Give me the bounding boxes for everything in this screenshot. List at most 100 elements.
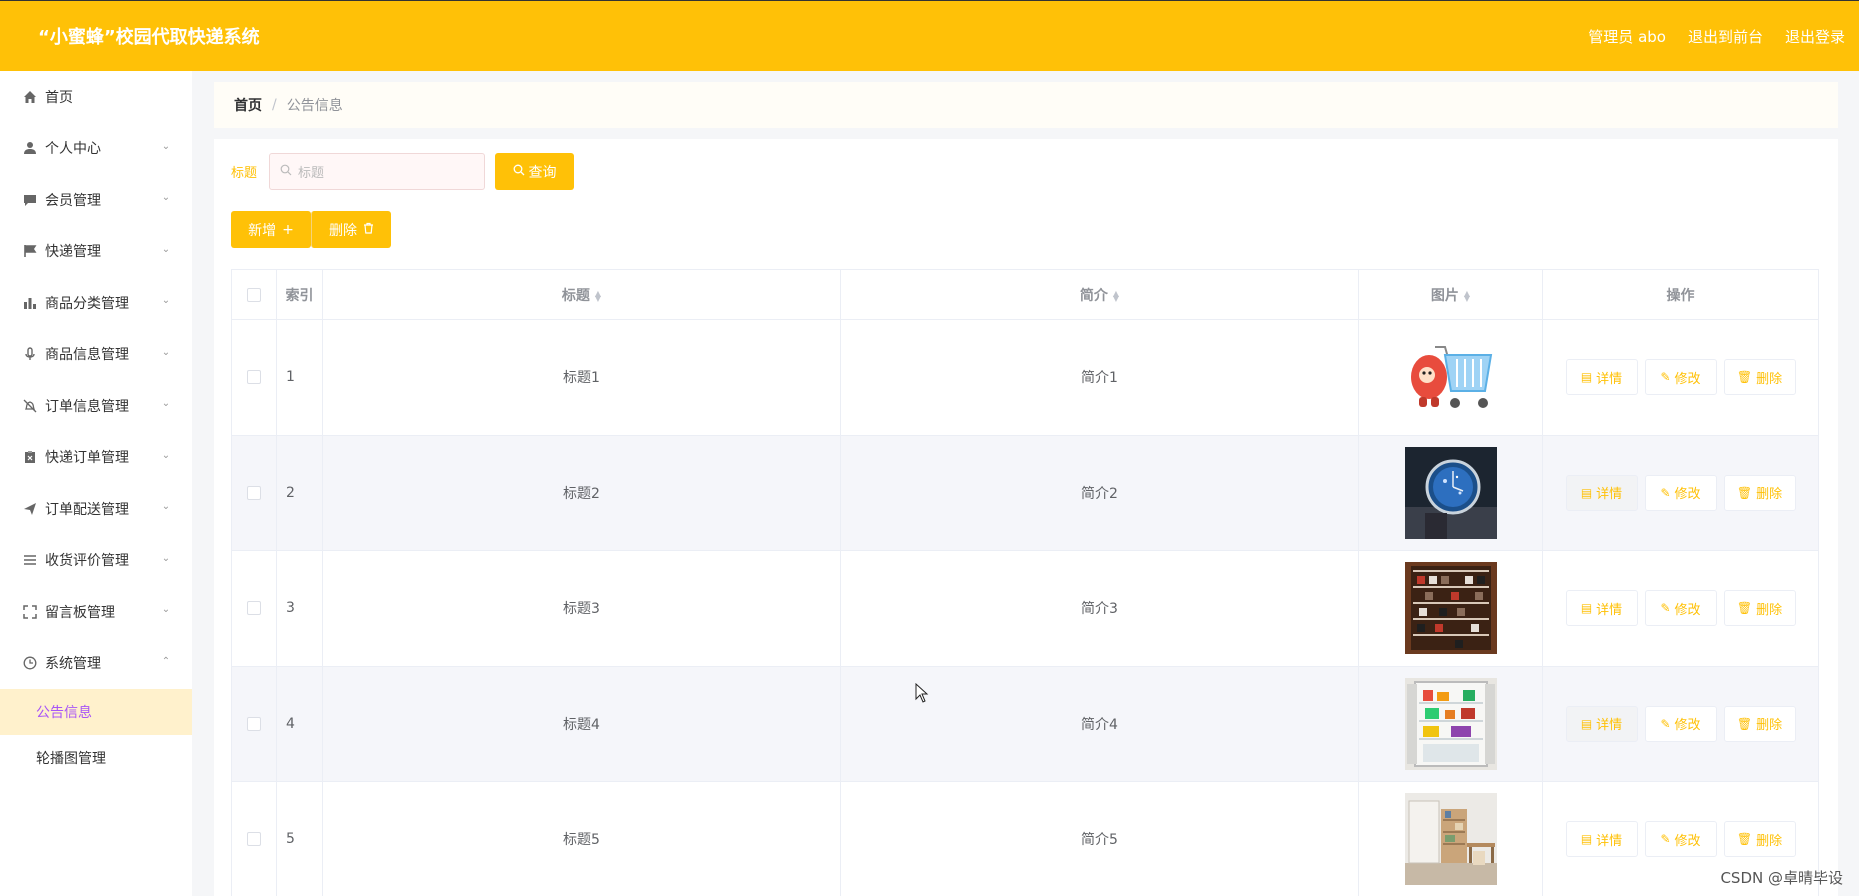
send-icon: [22, 501, 38, 517]
detail-button[interactable]: ▤ 详情: [1565, 590, 1638, 627]
top-bar: “小蜜蜂”校园代取快递系统 管理员 abo 退出到前台 退出登录: [0, 0, 1859, 71]
title-header[interactable]: 标题 ▲ ▼: [322, 269, 841, 320]
sidebar-item-orders[interactable]: 订单信息管理 ⌄: [0, 380, 192, 432]
detail-button[interactable]: ▤ 详情: [1565, 359, 1638, 396]
query-button[interactable]: 查询: [495, 153, 574, 190]
edit-button[interactable]: ✎ 修改: [1644, 821, 1717, 858]
shopping-cart-mascot-image[interactable]: [1404, 331, 1497, 424]
row-ops-cell: ▤ 详情 ✎ 修改 🗑 删除: [1542, 550, 1819, 667]
edit-button[interactable]: ✎ 修改: [1644, 474, 1717, 511]
sidebar-item-members[interactable]: 会员管理 ⌄: [0, 174, 192, 226]
sidebar-item-profile[interactable]: 个人中心 ⌄: [0, 123, 192, 175]
chat-icon: [22, 192, 38, 208]
edit-button[interactable]: ✎ 修改: [1644, 590, 1717, 627]
table-row: 2 标题2 简介2 ▤ 详情 ✎ 修改 🗑 删除: [231, 434, 1819, 551]
row-index: 4: [276, 665, 323, 782]
search-input[interactable]: 标题: [269, 153, 485, 190]
sidebar-item-system[interactable]: 系统管理 ⌃: [0, 638, 192, 690]
chevron-down-icon: ⌄: [161, 140, 171, 152]
delete-label: 删除: [1756, 487, 1783, 503]
sidebar-item-label: 留言板管理: [45, 604, 115, 621]
sort-icon[interactable]: ▲ ▼: [595, 289, 601, 302]
select-all-checkbox[interactable]: [247, 287, 261, 302]
detail-label: 详情: [1596, 602, 1623, 618]
sidebar-item-label: 首页: [45, 89, 73, 106]
document-icon: ▤: [1580, 370, 1593, 385]
sidebar-item-express[interactable]: 快递管理 ⌄: [0, 226, 192, 278]
row-checkbox[interactable]: [247, 716, 261, 731]
detail-label: 详情: [1596, 371, 1623, 387]
sidebar-item-home[interactable]: 首页: [0, 71, 192, 123]
row-select-cell: [231, 550, 277, 667]
admin-label: 管理员 abo: [1588, 28, 1666, 46]
delete-label: 删除: [1756, 833, 1783, 849]
batch-delete-button[interactable]: 删除: [311, 211, 391, 248]
home-icon: [22, 89, 38, 105]
row-select-cell: [231, 319, 277, 436]
app-title: “小蜜蜂”校园代取快递系统: [38, 27, 260, 48]
shoe-rack-image[interactable]: [1404, 562, 1497, 655]
row-title: 标题3: [322, 550, 841, 667]
row-ops-cell: ▤ 详情 ✎ 修改 🗑 删除: [1542, 665, 1819, 782]
refrigerator-image[interactable]: [1404, 677, 1497, 770]
sort-icon[interactable]: ▲ ▼: [1113, 289, 1119, 302]
chevron-up-icon: ⌃: [161, 655, 171, 667]
row-checkbox[interactable]: [247, 370, 261, 385]
title-header-label: 标题: [561, 287, 590, 304]
table-header-row: 索引 标题 ▲ ▼ 简介 ▲ ▼ 图片 ▲ ▼ 操作: [231, 269, 1819, 320]
clock-icon: [22, 655, 38, 671]
row-image-cell: [1358, 319, 1543, 436]
watermark: CSDN @卓晴毕设: [1720, 869, 1843, 887]
row-title: 标题1: [322, 319, 841, 436]
delete-label: 删除: [1756, 718, 1783, 734]
delete-button[interactable]: 🗑 删除: [1723, 821, 1796, 858]
detail-button[interactable]: ▤ 详情: [1565, 705, 1638, 742]
sidebar-item-label: 收货评价管理: [45, 553, 129, 570]
wristwatch-image[interactable]: [1404, 446, 1497, 539]
exit-to-front-link[interactable]: 退出到前台: [1688, 26, 1763, 47]
row-image-cell: [1358, 665, 1543, 782]
chevron-down-icon: ⌄: [161, 346, 171, 358]
sidebar-item-express-orders[interactable]: 快递订单管理 ⌄: [0, 432, 192, 484]
row-checkbox[interactable]: [247, 485, 261, 500]
breadcrumb-home[interactable]: 首页: [234, 95, 262, 115]
edit-button[interactable]: ✎ 修改: [1644, 359, 1717, 396]
logout-link[interactable]: 退出登录: [1785, 26, 1845, 47]
trash-icon: [363, 222, 374, 238]
add-button-label: 新增: [248, 222, 277, 239]
detail-button[interactable]: ▤ 详情: [1565, 821, 1638, 858]
sidebar-item-messages[interactable]: 留言板管理 ⌄: [0, 586, 192, 638]
delete-button[interactable]: 🗑 删除: [1723, 359, 1796, 396]
edit-icon: ✎: [1660, 716, 1671, 731]
delete-button[interactable]: 🗑 删除: [1723, 474, 1796, 511]
content-panel: 标题 标题 查询 新增 + 删除 索引 标题 ▲ ▼ 简介 ▲ ▼ 图片 ▲ ▼…: [214, 139, 1838, 896]
table-row: 5 标题5 简介5 ▤ 详情 ✎ 修改 🗑 删除: [231, 781, 1819, 896]
edit-icon: ✎: [1660, 832, 1671, 847]
row-image-cell: [1358, 550, 1543, 667]
document-icon: ▤: [1580, 485, 1593, 500]
sidebar-item-category[interactable]: 商品分类管理 ⌄: [0, 277, 192, 329]
sort-icon[interactable]: ▲ ▼: [1464, 289, 1470, 302]
sidebar-item-reviews[interactable]: 收货评价管理 ⌄: [0, 535, 192, 587]
image-header-label: 图片: [1430, 287, 1459, 304]
sidebar-item-goods[interactable]: 商品信息管理 ⌄: [0, 329, 192, 381]
sidebar-item-label: 商品分类管理: [45, 295, 129, 312]
edit-label: 修改: [1674, 371, 1701, 387]
delete-button[interactable]: 🗑 删除: [1723, 705, 1796, 742]
intro-header[interactable]: 简介 ▲ ▼: [840, 269, 1359, 320]
row-checkbox[interactable]: [247, 832, 261, 847]
sidebar-subitem-announcements[interactable]: 公告信息: [0, 689, 192, 735]
row-checkbox[interactable]: [247, 601, 261, 616]
image-header[interactable]: 图片 ▲ ▼: [1358, 269, 1543, 320]
sidebar-subitem-carousel[interactable]: 轮播图管理: [0, 735, 192, 781]
row-ops-cell: ▤ 详情 ✎ 修改 🗑 删除: [1542, 434, 1819, 551]
sidebar-item-delivery[interactable]: 订单配送管理 ⌄: [0, 483, 192, 535]
row-intro: 简介3: [840, 550, 1359, 667]
add-button[interactable]: 新增 +: [231, 211, 311, 248]
trash-icon: 🗑: [1736, 832, 1753, 847]
detail-button[interactable]: ▤ 详情: [1565, 474, 1638, 511]
delete-button[interactable]: 🗑 删除: [1723, 590, 1796, 627]
study-room-image[interactable]: [1404, 793, 1497, 886]
trash-icon: 🗑: [1736, 370, 1753, 385]
edit-button[interactable]: ✎ 修改: [1644, 705, 1717, 742]
